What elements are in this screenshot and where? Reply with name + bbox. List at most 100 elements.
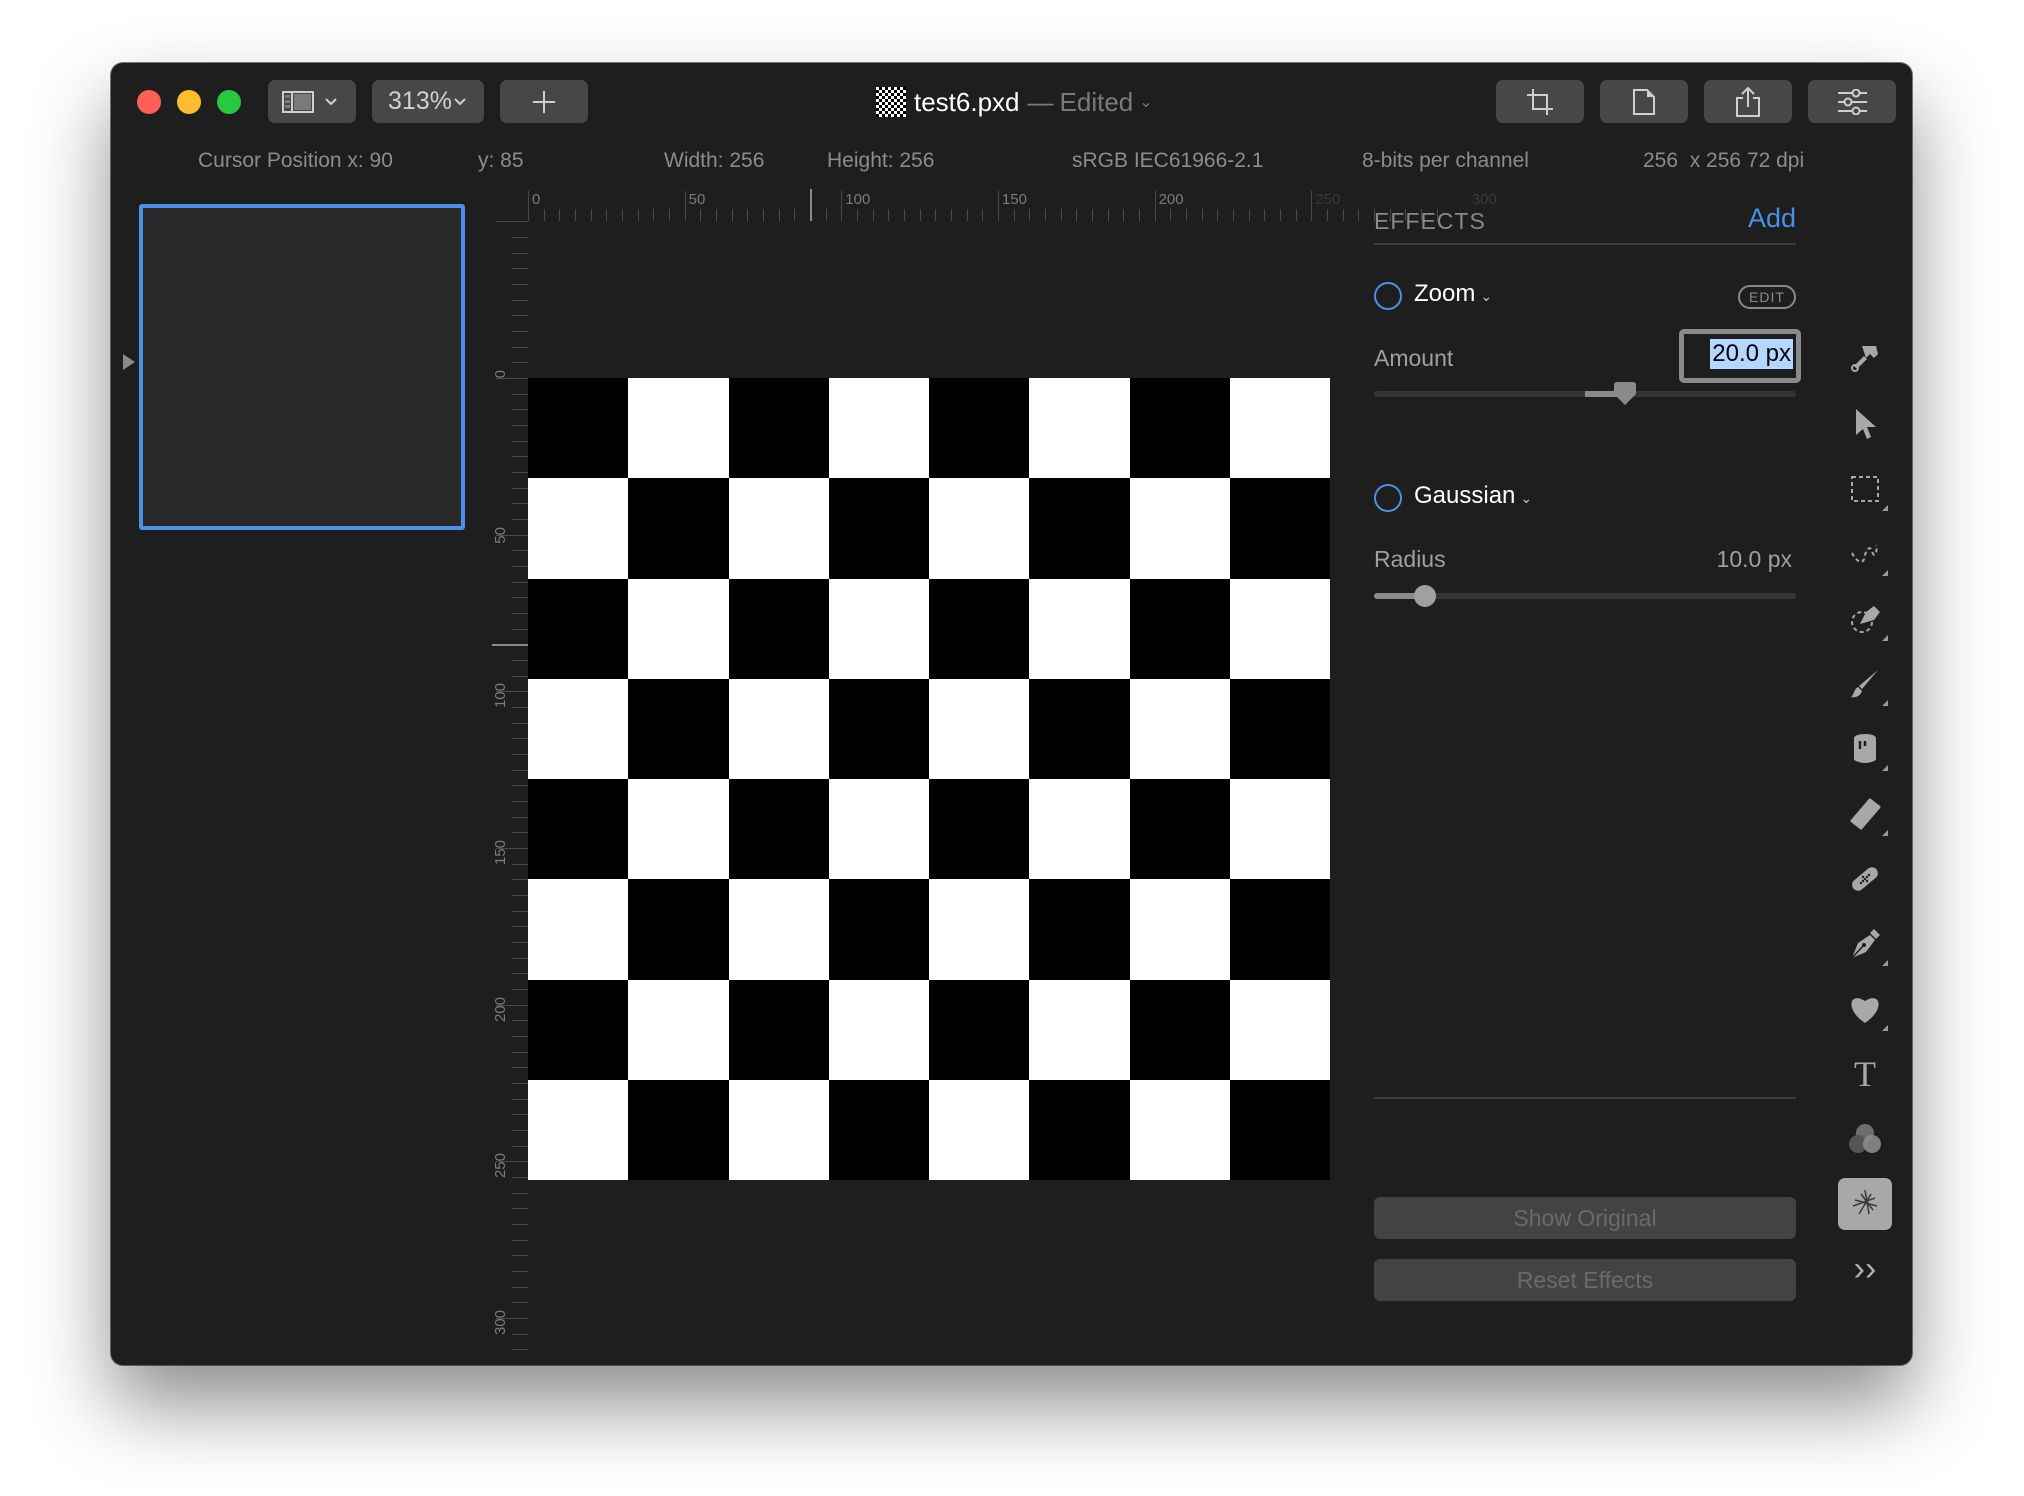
checker-square [728, 578, 829, 679]
checker-square [628, 979, 729, 1080]
checker-square [528, 478, 629, 579]
ruler-tick [1217, 209, 1219, 221]
effects-star-icon [1852, 1189, 1878, 1215]
tool-text[interactable]: T [1838, 1048, 1892, 1100]
add-button[interactable] [500, 80, 588, 123]
tool-move[interactable] [1838, 398, 1892, 450]
ruler-tick [512, 738, 528, 740]
ruler-cursor-marker [809, 189, 812, 221]
ruler-tick [512, 863, 528, 865]
submenu-corner-icon [1882, 765, 1888, 771]
amount-value: 20.0 px [1710, 339, 1793, 369]
tool-lasso[interactable] [1838, 528, 1892, 580]
crop-icon [1527, 88, 1553, 115]
ruler-tick [512, 1114, 528, 1116]
bandage-icon [1852, 867, 1878, 891]
ruler-tick [512, 1176, 528, 1178]
effect-toggle-gaussian[interactable] [1374, 484, 1402, 512]
image-canvas[interactable] [528, 378, 1330, 1180]
crop-button[interactable] [1496, 80, 1584, 123]
tool-pen[interactable] [1838, 918, 1892, 970]
format-button[interactable] [1600, 80, 1688, 123]
ruler-tick [512, 1270, 528, 1272]
amount-input[interactable]: 20.0 px [1679, 329, 1801, 383]
zoom-window-button[interactable] [217, 90, 241, 114]
fountain-pen-icon [1851, 929, 1880, 959]
ruler-tick [512, 800, 528, 802]
ruler-label: 100 [845, 191, 871, 208]
amount-slider[interactable] [1374, 382, 1796, 405]
tool-style-brush[interactable] [1838, 333, 1892, 385]
checker-square [1129, 478, 1230, 579]
ruler-tick [512, 268, 528, 270]
ruler-tick [512, 879, 528, 881]
edit-effect-button[interactable]: EDIT [1738, 285, 1796, 309]
ruler-tick [1342, 209, 1344, 221]
checker-square [1029, 779, 1130, 880]
checker-square [1229, 879, 1330, 980]
ruler-tick [512, 1051, 528, 1053]
ruler-tick [700, 209, 702, 221]
add-effect-button[interactable]: Add [1748, 203, 1796, 234]
share-button[interactable] [1704, 80, 1792, 123]
tool-fill[interactable] [1838, 723, 1892, 775]
disclosure-triangle-icon[interactable] [123, 354, 135, 370]
ruler-tick [512, 1349, 528, 1351]
checker-square [929, 879, 1030, 980]
tool-rect-select[interactable] [1838, 463, 1892, 515]
ruler-tick [512, 1286, 528, 1288]
radius-slider-handle[interactable] [1413, 585, 1436, 607]
image-width-readout: Width: 256 [664, 149, 765, 172]
tool-shape[interactable] [1838, 983, 1892, 1035]
tool-color-adjust[interactable] [1838, 1113, 1892, 1165]
ruler-tick [1358, 209, 1360, 221]
tool-more[interactable]: ›› [1838, 1243, 1892, 1295]
ruler-label: 0 [532, 191, 541, 208]
close-window-button[interactable] [137, 90, 161, 114]
effects-title: EFFECTS [1374, 208, 1486, 234]
checkerboard-file-icon [876, 87, 906, 117]
effect-name-gaussian[interactable]: Gaussian ⌄ [1414, 482, 1532, 510]
tool-repair[interactable] [1838, 853, 1892, 905]
amount-slider-handle[interactable] [1614, 382, 1637, 406]
tool-eraser[interactable] [1838, 788, 1892, 840]
marquee-select-icon [1851, 476, 1879, 502]
minimize-window-button[interactable] [177, 90, 201, 114]
chevron-down-icon [325, 97, 337, 105]
checker-square [528, 1079, 629, 1180]
reset-effects-button[interactable]: Reset Effects [1374, 1259, 1796, 1301]
ruler-tick [512, 1098, 528, 1100]
ruler-tick [512, 706, 528, 708]
ruler-tick [512, 1223, 528, 1225]
checker-square [828, 578, 929, 679]
panel-divider [1374, 1097, 1796, 1099]
adjust-button[interactable] [1808, 80, 1896, 123]
zoom-level-dropdown[interactable]: 313% [372, 80, 484, 123]
effect-toggle-zoom[interactable] [1374, 282, 1402, 310]
effect-name-zoom[interactable]: Zoom ⌄ [1414, 280, 1492, 308]
ruler-tick [512, 440, 528, 442]
radius-slider[interactable] [1374, 585, 1796, 607]
ruler-tick [528, 191, 529, 221]
checker-square [929, 979, 1030, 1080]
checker-square [628, 378, 729, 479]
checker-square [929, 1079, 1030, 1180]
ruler-tick [653, 209, 655, 221]
effects-header: EFFECTS Add [1374, 203, 1796, 245]
show-original-button[interactable]: Show Original [1374, 1197, 1796, 1239]
ruler-label: 250 [1315, 191, 1341, 208]
checker-square [828, 678, 929, 779]
tool-brush[interactable] [1838, 658, 1892, 710]
tool-quick-select[interactable] [1838, 593, 1892, 645]
sidebar-toggle-button[interactable] [268, 80, 356, 123]
ruler-tick [512, 471, 528, 473]
ruler-tick [512, 785, 528, 787]
ruler-tick [1107, 209, 1109, 221]
window-title[interactable]: test6.pxd — Edited ⌄ [876, 85, 1153, 119]
ruler-tick [1232, 209, 1234, 221]
color-circles-icon [1849, 1124, 1881, 1153]
ruler-label: 0 [492, 370, 509, 379]
ruler-tick [512, 769, 528, 771]
tool-effects[interactable] [1838, 1178, 1892, 1230]
layer-thumbnail[interactable] [139, 204, 465, 530]
